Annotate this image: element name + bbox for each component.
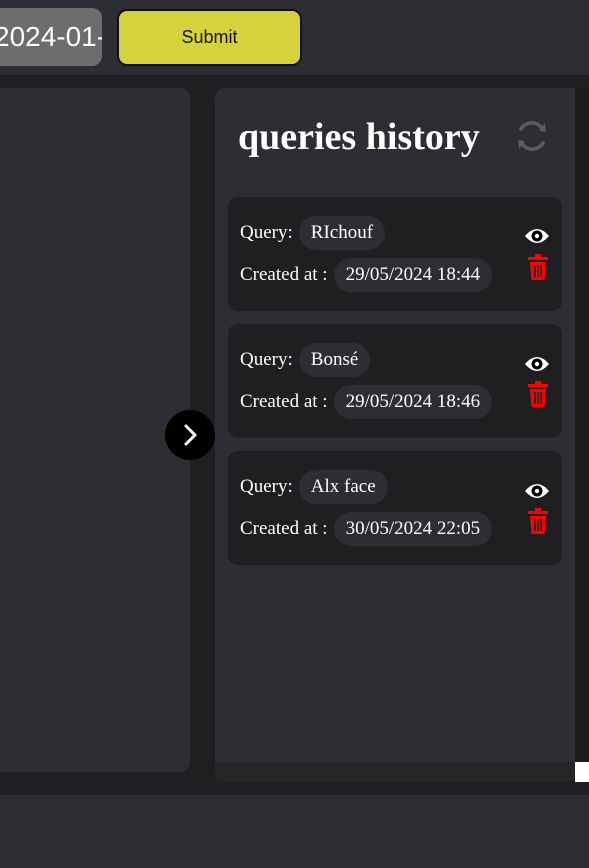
query-value: Bonsé	[298, 343, 371, 377]
created-label: Created at :	[240, 264, 328, 285]
scrollbar-corner	[575, 762, 589, 782]
history-panel-footer	[215, 762, 575, 782]
main-panel	[0, 88, 190, 772]
created-value: 29/05/2024 18:44	[333, 258, 493, 292]
history-title: queries history	[238, 116, 480, 158]
query-label: Query:	[240, 222, 293, 243]
query-value: RIchouf	[298, 216, 386, 250]
history-item: Query: RIchouf Created at : 29/05/2024 1…	[228, 197, 562, 311]
created-value: 29/05/2024 18:46	[333, 385, 493, 419]
trash-icon[interactable]	[528, 381, 548, 407]
query-label: Query:	[240, 349, 293, 370]
trash-icon[interactable]	[528, 508, 548, 534]
created-label: Created at :	[240, 391, 328, 412]
trash-icon[interactable]	[528, 254, 548, 280]
submit-button[interactable]: Submit	[117, 9, 302, 66]
history-item: Query: Bonsé Created at : 29/05/2024 18:…	[228, 324, 562, 438]
query-value: Alx face	[298, 470, 388, 504]
created-label: Created at :	[240, 518, 328, 539]
date-input[interactable]: 2024-01-	[0, 8, 102, 66]
eye-icon[interactable]	[524, 226, 550, 246]
query-label: Query:	[240, 476, 293, 497]
created-value: 30/05/2024 22:05	[333, 512, 493, 546]
bottom-area	[0, 795, 589, 868]
toggle-history-button[interactable]	[165, 410, 215, 460]
history-item: Query: Alx face Created at : 30/05/2024 …	[228, 451, 562, 565]
refresh-icon[interactable]	[514, 118, 550, 154]
scrollbar[interactable]	[575, 88, 589, 762]
eye-icon[interactable]	[524, 481, 550, 501]
top-toolbar: 2024-01- Submit	[0, 0, 589, 75]
eye-icon[interactable]	[524, 354, 550, 374]
chevron-right-icon	[184, 424, 197, 446]
